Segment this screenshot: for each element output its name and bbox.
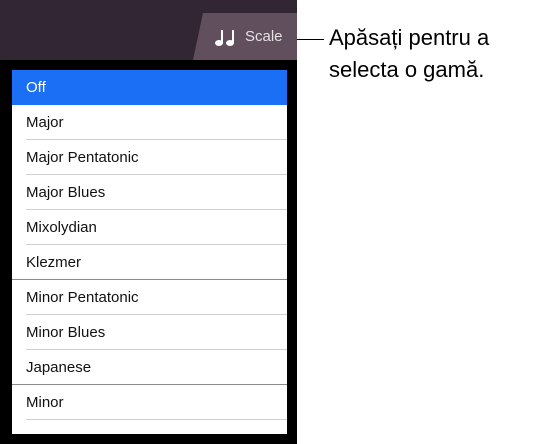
menu-item-mixolydian[interactable]: Mixolydian — [12, 210, 287, 245]
menu-item-japanese[interactable]: Japanese — [12, 350, 287, 385]
menu-item-minor-pentatonic[interactable]: Minor Pentatonic — [12, 280, 287, 315]
menu-item-minor[interactable]: Minor — [12, 385, 287, 420]
callout-line-2: selecta o gamă. — [329, 57, 485, 82]
app-window: Scale Off Major Major Pentatonic Major B… — [0, 0, 297, 444]
scale-button-label: Scale — [245, 28, 283, 45]
callout-line-1: Apăsați pentru a — [329, 25, 490, 50]
menu-item-minor-blues[interactable]: Minor Blues — [12, 315, 287, 350]
music-notes-icon — [214, 27, 236, 47]
callout-line — [297, 39, 324, 40]
menu-item-major-blues[interactable]: Major Blues — [12, 175, 287, 210]
callout-text: Apăsați pentru a selecta o gamă. — [329, 22, 551, 86]
menu-item-klezmer[interactable]: Klezmer — [12, 245, 287, 280]
scale-menu: Off Major Major Pentatonic Major Blues M… — [12, 70, 287, 434]
menu-item-major-pentatonic[interactable]: Major Pentatonic — [12, 140, 287, 175]
menu-item-major[interactable]: Major — [12, 105, 287, 140]
top-bar: Scale — [0, 0, 297, 60]
menu-item-off[interactable]: Off — [12, 70, 287, 105]
scale-button[interactable]: Scale — [193, 13, 297, 60]
